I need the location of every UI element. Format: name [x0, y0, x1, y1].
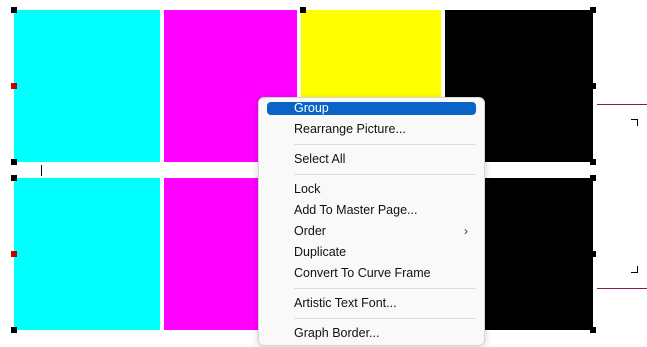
- selection-handle[interactable]: [590, 159, 596, 165]
- selection-handle[interactable]: [11, 251, 17, 257]
- menu-item-label: Graph Border...: [294, 326, 380, 340]
- menu-item-label: Convert To Curve Frame: [294, 266, 431, 280]
- selection-handle[interactable]: [590, 175, 596, 181]
- guide-line: [597, 288, 647, 289]
- chevron-right-icon: ›: [464, 224, 468, 238]
- selection-handle[interactable]: [11, 327, 17, 333]
- menu-item-label: Duplicate: [294, 245, 347, 259]
- menu-item-label: Group: [294, 101, 329, 115]
- menu-item-add-to-master-page[interactable]: Add To Master Page...: [267, 200, 476, 221]
- selection-handle[interactable]: [590, 327, 596, 333]
- menu-item-label: Select All: [294, 152, 346, 166]
- menu-item-select-all[interactable]: Select All: [267, 149, 476, 170]
- menu-item-label: Add To Master Page...: [294, 203, 418, 217]
- menu-item-order[interactable]: Order ›: [267, 221, 476, 242]
- menu-separator: [294, 144, 476, 145]
- menu-separator: [294, 288, 476, 289]
- context-menu: Group Rearrange Picture... Select All Lo…: [258, 97, 485, 346]
- selection-handle[interactable]: [590, 7, 596, 13]
- crop-mark: [631, 119, 638, 126]
- selection-handle[interactable]: [300, 7, 306, 13]
- cyan-swatch-top[interactable]: [14, 10, 160, 162]
- menu-separator: [294, 318, 476, 319]
- selection-handle[interactable]: [590, 83, 596, 89]
- menu-item-label: Lock: [294, 182, 321, 196]
- menu-item-rearrange-picture[interactable]: Rearrange Picture...: [267, 119, 476, 140]
- menu-item-convert-to-curve-frame[interactable]: Convert To Curve Frame: [267, 263, 476, 284]
- menu-item-duplicate[interactable]: Duplicate: [267, 242, 476, 263]
- guide-line: [597, 104, 647, 105]
- menu-item-lock[interactable]: Lock: [267, 179, 476, 200]
- menu-item-label: Artistic Text Font...: [294, 296, 397, 310]
- menu-item-group[interactable]: Group: [267, 102, 476, 115]
- crop-mark: [631, 266, 638, 273]
- selection-handle[interactable]: [11, 159, 17, 165]
- menu-item-label: Rearrange Picture...: [294, 122, 406, 136]
- cyan-swatch-bottom[interactable]: [14, 178, 160, 330]
- menu-item-artistic-text-font[interactable]: Artistic Text Font...: [267, 293, 476, 314]
- menu-separator: [294, 174, 476, 175]
- selection-handle[interactable]: [590, 251, 596, 257]
- menu-item-label: Order: [294, 224, 326, 238]
- cursor-tick: [41, 165, 42, 176]
- selection-handle[interactable]: [11, 83, 17, 89]
- selection-handle[interactable]: [11, 175, 17, 181]
- menu-item-graph-border[interactable]: Graph Border...: [267, 323, 476, 344]
- selection-handle[interactable]: [11, 7, 17, 13]
